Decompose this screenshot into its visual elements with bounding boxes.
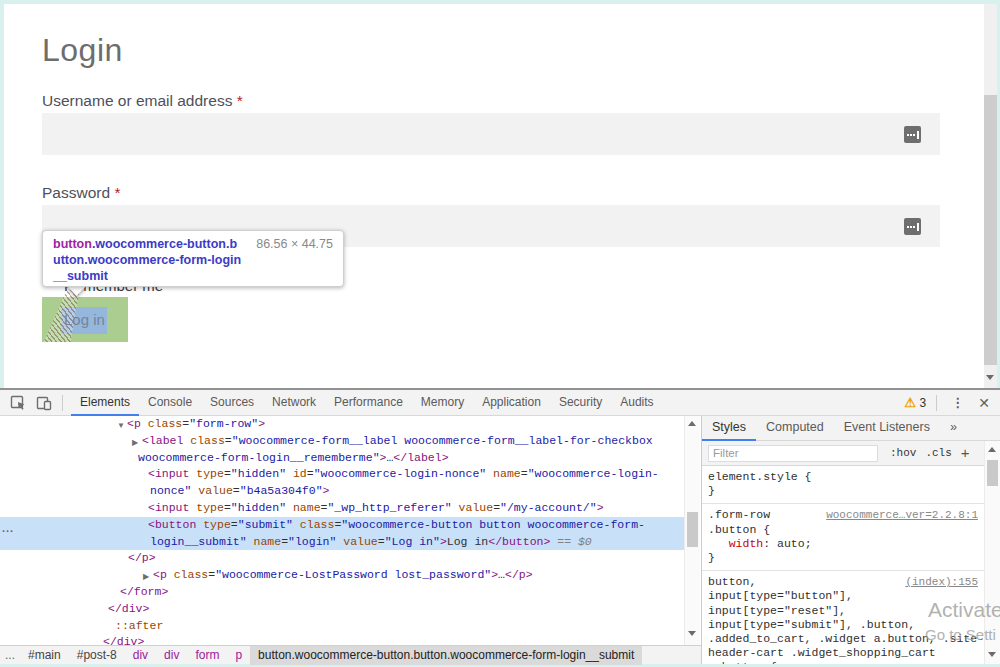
dom-node-line[interactable]: ::after xyxy=(0,618,684,635)
dom-node-line[interactable]: <input type="hidden" name="_wp_http_refe… xyxy=(0,500,684,517)
tooltip-dimensions: 86.56 × 44.75 xyxy=(256,236,333,252)
devtools-tab-elements[interactable]: Elements xyxy=(71,390,139,416)
username-label: Username or email address * xyxy=(42,92,243,110)
css-rule[interactable]: woocommerce…ver=2.2.8:1.form-row.button … xyxy=(702,504,984,571)
sidebar-tab-styles[interactable]: Styles xyxy=(702,416,756,441)
devtools-tabs: ElementsConsoleSourcesNetworkPerformance… xyxy=(71,390,663,416)
activate-windows-watermark: Activate xyxy=(928,598,1000,622)
dom-node-line[interactable]: ▼<p class="form-row"> xyxy=(0,416,684,433)
dom-node-line[interactable]: <input type="hidden" id="woocommerce-log… xyxy=(0,466,684,483)
devtools-tab-network[interactable]: Network xyxy=(263,390,325,416)
page-title: Login xyxy=(42,32,123,69)
devtools-tab-performance[interactable]: Performance xyxy=(325,390,412,416)
hover-state-toggle[interactable]: :hov xyxy=(890,447,916,459)
device-toolbar-icon[interactable] xyxy=(36,395,52,411)
styles-filter-input[interactable]: Filter xyxy=(708,445,878,462)
required-marker: * xyxy=(237,92,243,109)
password-label: Password * xyxy=(42,184,120,202)
toolbar-separator xyxy=(936,395,937,411)
dom-node-line[interactable]: woocommerce-form-login__rememberme">…</l… xyxy=(0,450,684,467)
breadcrumb-item[interactable]: #main xyxy=(20,646,69,665)
breadcrumb-item[interactable]: form xyxy=(187,646,227,665)
dom-node-line[interactable]: </div> xyxy=(0,634,684,645)
warning-icon: ⚠ xyxy=(905,395,917,410)
credentials-icon[interactable] xyxy=(904,126,921,143)
username-input[interactable] xyxy=(42,113,940,155)
styles-filter-bar: Filter :hov .cls + xyxy=(702,441,1000,466)
inspect-tooltip: button.woocommerce-button.b utton.woocom… xyxy=(42,230,344,287)
breadcrumb: ...#main#post-8divdivformpbutton.woocomm… xyxy=(0,645,701,664)
devtools-tab-memory[interactable]: Memory xyxy=(412,390,473,416)
dom-node-line[interactable]: </p> xyxy=(0,550,684,567)
breadcrumb-item[interactable]: button.woocommerce-button.button.woocomm… xyxy=(250,646,642,665)
dom-node-line[interactable]: ▶<p class="woocommerce-LostPassword lost… xyxy=(0,567,684,584)
breadcrumb-item[interactable]: div xyxy=(156,646,187,665)
stylesheet-link[interactable]: woocommerce…ver=2.2.8:1 xyxy=(826,508,978,522)
webpage-viewport: Login Username or email address * Passwo… xyxy=(0,0,1000,390)
devtools-tab-audits[interactable]: Audits xyxy=(611,390,662,416)
dom-node-line[interactable]: </form> xyxy=(0,584,684,601)
breadcrumb-item[interactable]: ... xyxy=(0,646,20,665)
scroll-up-icon[interactable] xyxy=(688,421,696,426)
class-toggle[interactable]: .cls xyxy=(925,447,951,459)
sidebar-tabs: StylesComputedEvent Listeners» xyxy=(702,416,1000,441)
devtools-tab-sources[interactable]: Sources xyxy=(201,390,263,416)
toolbar-separator xyxy=(62,395,63,411)
credentials-icon[interactable] xyxy=(904,218,921,235)
elements-scrollbar-thumb[interactable] xyxy=(687,512,698,547)
sidebar-tab-computed[interactable]: Computed xyxy=(756,416,834,441)
devtools-toolbar: ElementsConsoleSourcesNetworkPerformance… xyxy=(0,390,1000,416)
breadcrumb-item[interactable]: p xyxy=(227,646,250,665)
devtools-tab-console[interactable]: Console xyxy=(139,390,201,416)
dom-node-line[interactable]: </div> xyxy=(0,601,684,618)
dom-node-line[interactable]: ▶<label class="woocommerce-form__label w… xyxy=(0,433,684,450)
dom-node-line[interactable]: nonce" value="b4a5a304f0"> xyxy=(0,483,684,500)
scroll-down-icon[interactable] xyxy=(986,375,994,380)
console-warning-badge[interactable]: ⚠ 3 xyxy=(905,395,927,410)
scroll-up-icon[interactable] xyxy=(988,447,996,452)
scroll-down-icon[interactable] xyxy=(688,631,696,636)
elements-tree: ▼<p class="form-row">▶<label class="wooc… xyxy=(0,416,684,645)
css-rule[interactable]: element.style {} xyxy=(702,466,984,504)
styles-scrollbar-thumb[interactable] xyxy=(987,460,998,486)
activate-windows-watermark-line2: Go to Setti xyxy=(925,626,996,643)
devtools-menu-icon[interactable]: ⋮ xyxy=(951,395,964,410)
breadcrumb-item[interactable]: div xyxy=(125,646,156,665)
required-marker: * xyxy=(114,184,120,201)
breadcrumb-item[interactable]: #post-8 xyxy=(69,646,125,665)
stylesheet-link[interactable]: (index):155 xyxy=(905,575,978,589)
devtools-tab-application[interactable]: Application xyxy=(473,390,550,416)
devtools-close-icon[interactable]: ✕ xyxy=(978,395,990,411)
scroll-down-icon[interactable] xyxy=(988,652,996,657)
sidebar-tab-event-listeners[interactable]: Event Listeners xyxy=(834,416,940,441)
devtools-tab-security[interactable]: Security xyxy=(550,390,611,416)
login-button-label: Log in xyxy=(64,311,105,328)
tooltip-tag: button xyxy=(53,237,92,251)
selected-dom-node-line[interactable]: login__submit" name="login" value="Log i… xyxy=(0,534,684,551)
window-edge-top xyxy=(0,0,1000,4)
new-style-rule-icon[interactable]: + xyxy=(961,444,970,461)
selected-node-gutter-dots[interactable]: ... xyxy=(2,522,16,534)
window-edge-left xyxy=(0,0,4,390)
inspect-element-icon[interactable] xyxy=(10,395,26,411)
selected-dom-node-line[interactable]: <button type="submit" class="woocommerce… xyxy=(0,517,684,534)
page-scrollbar-thumb[interactable] xyxy=(984,95,997,365)
sidebar-tab--[interactable]: » xyxy=(940,416,967,441)
